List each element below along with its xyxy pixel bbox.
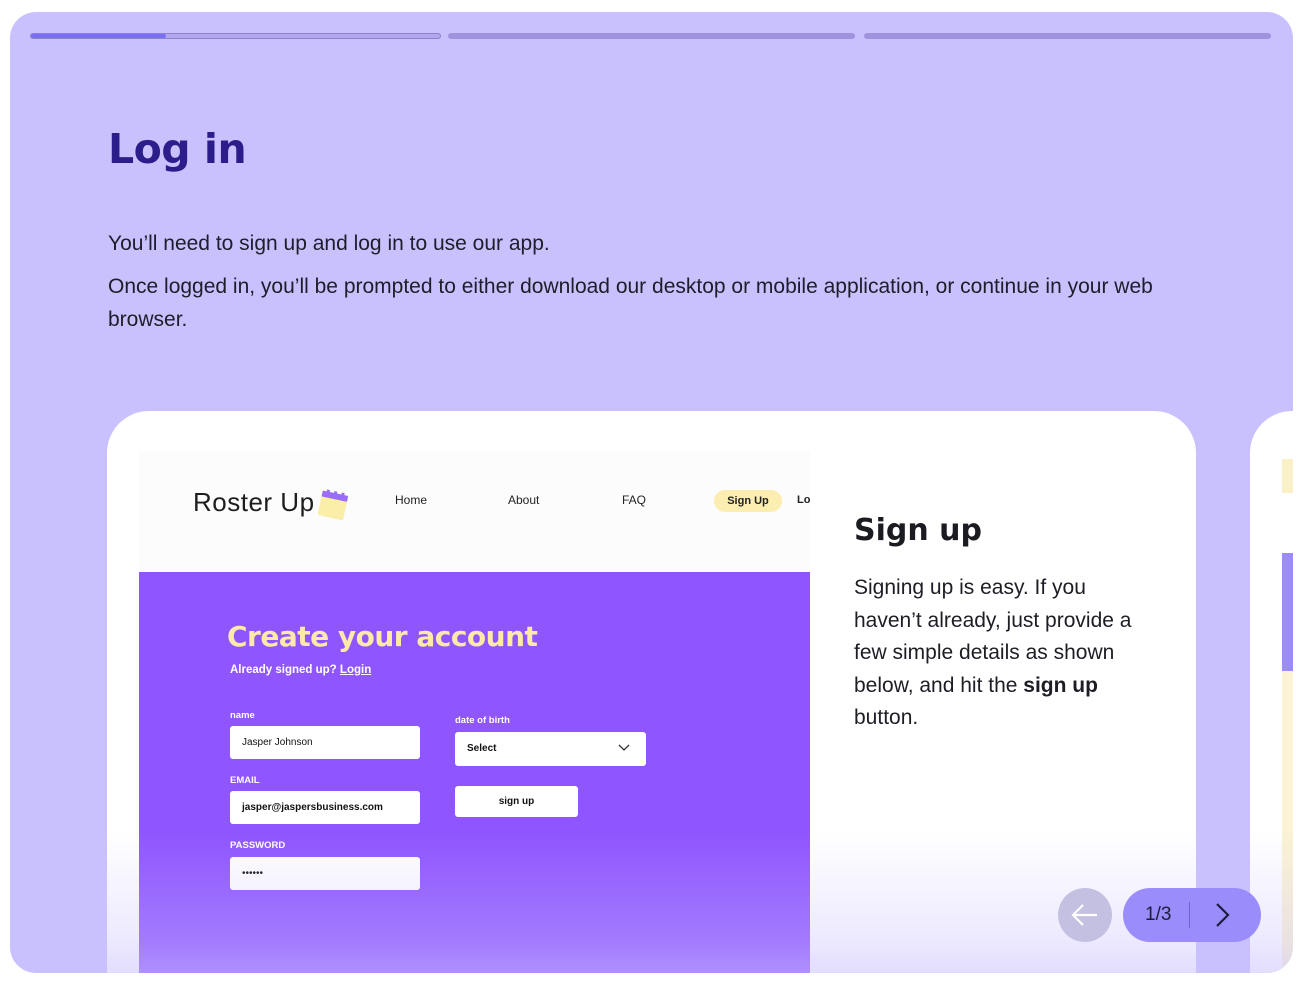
slide-text-end: button. [854,706,919,729]
next-slide-button[interactable] [1191,888,1261,942]
nav-home: Home [395,493,428,507]
already-text: Already signed up? [230,664,337,676]
chevron-right-icon [1216,903,1230,927]
dob-label: date of birth [455,715,510,726]
slide-heading: Sign up [854,513,982,548]
page-title: Log in [108,125,247,173]
login-link: Login [339,664,372,676]
intro-paragraph-1: You’ll need to sign up and log in to use… [108,232,550,255]
slide-counter: 1/3 [1145,904,1172,925]
already-signed-up: Already signed up? Login [230,664,371,676]
slide-2-preview-strip [1282,459,1293,493]
carousel-slide-2-peek[interactable] [1250,411,1293,973]
slide-2-preview-strip [1282,553,1293,671]
progress-segment-3 [864,33,1271,39]
slide-2-preview-strip [1282,671,1293,973]
progress-segment-1 [30,33,441,39]
carousel-pager: 1/3 [1123,888,1261,942]
dob-select-value: Select [467,743,497,754]
password-field: •••••• [230,857,420,890]
nav-login-cut: Log [797,494,810,506]
nav-faq: FAQ [622,493,647,507]
pager-divider [1189,902,1190,928]
nav-about: About [508,493,540,507]
brand-logo-text: Roster Up [193,487,315,517]
progress-fill [31,34,166,38]
onboarding-panel: Log in You’ll need to sign up and log in… [10,12,1293,973]
signup-form-area: Create your account Already signed up? L… [139,572,810,973]
email-field: jasper@jaspersbusiness.com [230,791,420,824]
progress-segment-2 [448,33,855,39]
previous-slide-button[interactable] [1058,888,1112,942]
nav-signup-pill: Sign Up [714,490,782,512]
form-title: Create your account [227,620,538,653]
carousel-slide-1: Roster Up Home About FAQ Sign Up Log Cre… [107,411,1196,973]
name-label: name [230,710,255,721]
email-label: EMAIL [230,775,260,786]
dob-select: Select [455,732,646,766]
password-label: PASSWORD [230,840,286,851]
slide-text-emphasis: sign up [1023,673,1098,697]
screenshot-signup-button: sign up [455,786,578,817]
slide-description: Signing up is easy. If you haven’t alrea… [854,572,1144,735]
signup-screenshot: Roster Up Home About FAQ Sign Up Log Cre… [139,451,810,973]
calendar-logo-icon [317,489,349,521]
screenshot-navbar: Roster Up Home About FAQ Sign Up Log [139,451,810,572]
chevron-down-icon [618,744,630,751]
arrow-left-icon [1071,904,1097,926]
name-field: Jasper Johnson [230,726,420,759]
intro-paragraph-2: Once logged in, you’ll be prompted to ei… [108,275,1153,331]
